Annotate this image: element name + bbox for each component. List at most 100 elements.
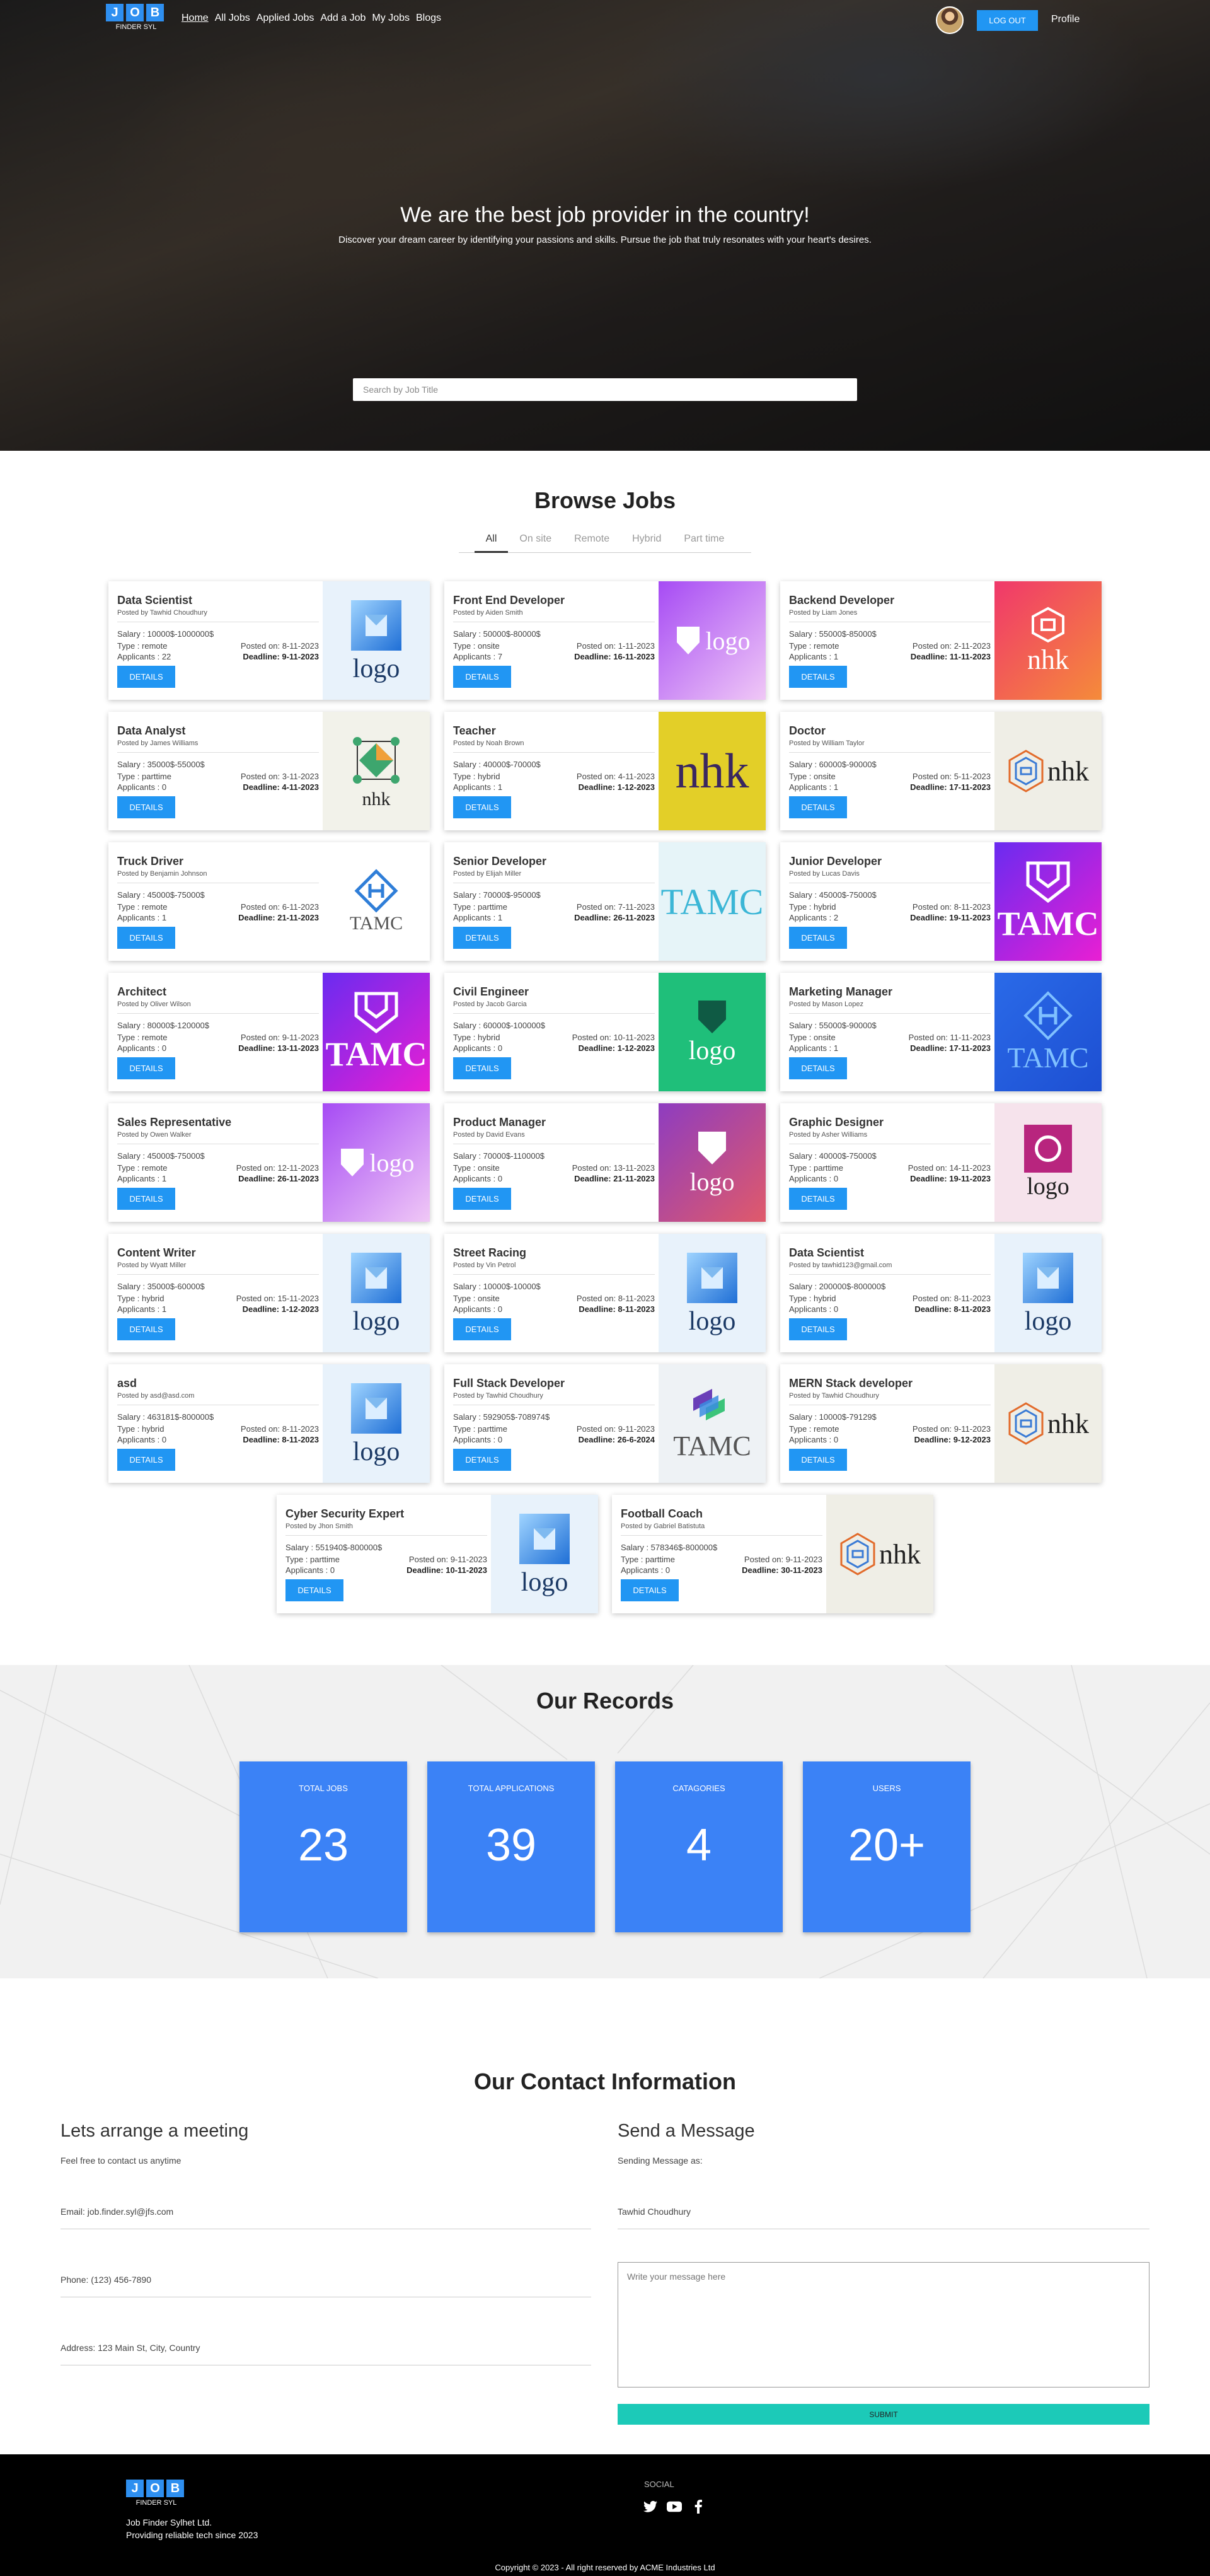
- divider: [117, 752, 319, 753]
- contact-title: Our Contact Information: [474, 2068, 736, 2094]
- details-button[interactable]: DETAILS: [789, 796, 847, 818]
- job-title: Architect: [117, 985, 167, 998]
- details-button[interactable]: DETAILS: [789, 1449, 847, 1471]
- youtube-icon[interactable]: [667, 2499, 682, 2514]
- job-card: Data Analyst Posted by James Williams Sala…: [108, 712, 430, 830]
- details-button[interactable]: DETAILS: [453, 666, 511, 688]
- details-button[interactable]: DETAILS: [453, 1057, 511, 1079]
- job-posted-date: Posted on: 1-11-2023: [576, 641, 655, 651]
- details-button[interactable]: DETAILS: [117, 1318, 175, 1340]
- job-card: Data Scientist Posted by Tawhid Choudhury…: [108, 581, 430, 700]
- job-applicants: Applicants : 1: [789, 1043, 839, 1053]
- tab-part-time[interactable]: Part time: [672, 533, 735, 552]
- tab-onsite[interactable]: On site: [508, 533, 563, 552]
- job-applicants: Applicants : 22: [117, 652, 171, 661]
- job-type: Type : onsite: [789, 772, 836, 781]
- details-button[interactable]: DETAILS: [789, 927, 847, 949]
- job-type: Type : remote: [117, 902, 168, 912]
- nav-link-add-job[interactable]: Add a Job: [320, 13, 366, 24]
- job-card: Junior Developer Posted by Lucas Davis Sal…: [780, 842, 1102, 961]
- facebook-icon[interactable]: [691, 2499, 706, 2514]
- job-applicants: Applicants : 0: [117, 1435, 167, 1444]
- record-card-total-applications: TOTAL APPLICATIONS 39: [427, 1761, 595, 1932]
- site-logo[interactable]: J O B FINDER SYL: [106, 4, 166, 31]
- job-type: Type : parttime: [621, 1555, 675, 1564]
- nav-link-my-jobs[interactable]: My Jobs: [372, 13, 410, 24]
- job-search-input[interactable]: [353, 378, 857, 401]
- submit-button[interactable]: SUBMIT: [618, 2404, 1150, 2425]
- details-button[interactable]: DETAILS: [453, 1188, 511, 1210]
- job-title: Sales Representative: [117, 1116, 232, 1128]
- nav-link-home[interactable]: Home: [182, 13, 209, 24]
- job-title: Truck Driver: [117, 855, 184, 867]
- details-button[interactable]: DETAILS: [285, 1579, 343, 1601]
- company-logo-image: logo: [323, 1103, 430, 1222]
- message-textarea[interactable]: [618, 2262, 1150, 2387]
- details-button[interactable]: DETAILS: [117, 1057, 175, 1079]
- job-card: asd Posted by asd@asd.com Salary : 463181$…: [108, 1364, 430, 1483]
- details-button[interactable]: DETAILS: [789, 1057, 847, 1079]
- job-poster: Posted by Asher Williams: [789, 1131, 868, 1139]
- job-poster: Posted by Vin Petrol: [453, 1262, 516, 1269]
- job-deadline: Deadline: 11-11-2023: [910, 652, 991, 661]
- details-button[interactable]: DETAILS: [453, 1318, 511, 1340]
- nav-link-blogs[interactable]: Blogs: [416, 13, 441, 24]
- details-button[interactable]: DETAILS: [117, 1449, 175, 1471]
- details-button[interactable]: DETAILS: [117, 1188, 175, 1210]
- job-applicants: Applicants : 0: [453, 1435, 503, 1444]
- details-button[interactable]: DETAILS: [117, 666, 175, 688]
- job-poster: Posted by Tawhid Choudhury: [453, 1392, 543, 1400]
- job-title: Street Racing: [453, 1246, 527, 1259]
- details-button[interactable]: DETAILS: [453, 927, 511, 949]
- job-posted-date: Posted on: 4-11-2023: [576, 772, 655, 781]
- details-button[interactable]: DETAILS: [453, 1449, 511, 1471]
- job-posted-date: Posted on: 8-11-2023: [240, 1424, 319, 1434]
- logo-subtitle: FINDER SYL: [135, 2499, 177, 2507]
- job-salary: Salary : 10000$-79129$: [789, 1412, 877, 1422]
- job-deadline: Deadline: 19-11-2023: [910, 1174, 991, 1183]
- logo-letter: J: [126, 2480, 144, 2497]
- job-title: Graphic Designer: [789, 1116, 884, 1128]
- details-button[interactable]: DETAILS: [789, 1188, 847, 1210]
- nav-link-profile[interactable]: Profile: [1051, 14, 1080, 25]
- details-button[interactable]: DETAILS: [621, 1579, 679, 1601]
- details-button[interactable]: DETAILS: [117, 796, 175, 818]
- details-button[interactable]: DETAILS: [453, 796, 511, 818]
- tab-remote[interactable]: Remote: [563, 533, 621, 552]
- sender-name-field[interactable]: Tawhid Choudhury: [618, 2198, 1150, 2229]
- company-logo-image: logo: [994, 1103, 1102, 1222]
- job-card: Marketing Manager Posted by Mason Lopez Sa…: [780, 973, 1102, 1091]
- nav-link-all-jobs[interactable]: All Jobs: [215, 13, 250, 24]
- record-label: USERS: [872, 1784, 901, 1793]
- details-button[interactable]: DETAILS: [789, 1318, 847, 1340]
- job-type: Type : remote: [789, 1424, 839, 1434]
- job-type: Type : onsite: [453, 1294, 500, 1303]
- twitter-icon[interactable]: [643, 2499, 658, 2514]
- record-card-categories: CATAGORIES 4: [615, 1761, 783, 1932]
- job-card: Backend Developer Posted by Liam Jones Sal…: [780, 581, 1102, 700]
- navbar: J O B FINDER SYL Home All Jobs Applied J…: [0, 0, 1210, 38]
- logout-button[interactable]: LOG OUT: [977, 10, 1038, 31]
- job-salary: Salary : 463181$-800000$: [117, 1412, 214, 1422]
- company-logo-image: logo: [659, 1234, 766, 1352]
- job-poster: Posted by Tawhid Choudhury: [117, 609, 207, 617]
- job-applicants: Applicants : 1: [117, 913, 167, 922]
- nav-link-applied-jobs[interactable]: Applied Jobs: [256, 13, 314, 24]
- divider: [285, 1535, 487, 1536]
- company-logo-image: logo: [659, 1103, 766, 1222]
- job-card: Content Writer Posted by Wyatt Miller Sala…: [108, 1234, 430, 1352]
- company-logo-image: nhk: [994, 581, 1102, 700]
- company-logo-image: logo: [323, 1364, 430, 1483]
- user-avatar[interactable]: [936, 6, 964, 34]
- job-type: Type : hybrid: [789, 1294, 836, 1303]
- tab-all[interactable]: All: [474, 533, 509, 553]
- record-label: CATAGORIES: [672, 1784, 725, 1793]
- job-filter-tabs: All On site Remote Hybrid Part time: [459, 533, 751, 553]
- job-title: Junior Developer: [789, 855, 882, 867]
- job-deadline: Deadline: 1-12-2023: [242, 1304, 319, 1314]
- job-type: Type : onsite: [453, 641, 500, 651]
- details-button[interactable]: DETAILS: [789, 666, 847, 688]
- job-poster: Posted by Aiden Smith: [453, 609, 523, 617]
- tab-hybrid[interactable]: Hybrid: [621, 533, 672, 552]
- details-button[interactable]: DETAILS: [117, 927, 175, 949]
